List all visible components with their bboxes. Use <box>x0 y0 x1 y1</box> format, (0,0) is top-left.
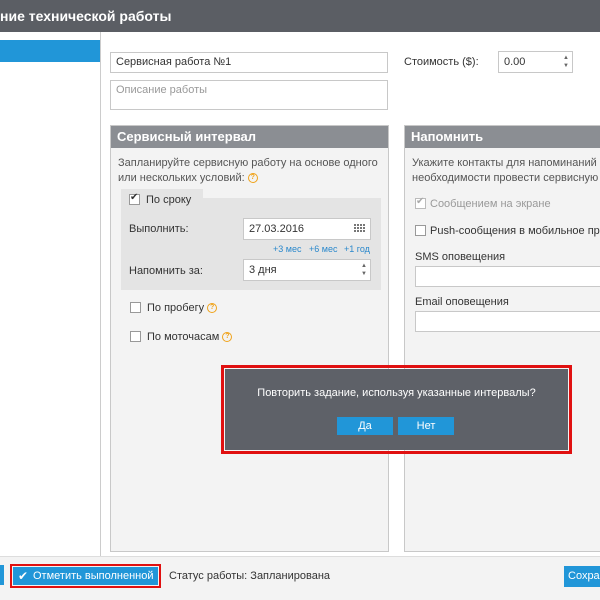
execute-date-value: 27.03.2016 <box>249 223 305 235</box>
remind-before-input[interactable]: 3 дня ▲ ▼ <box>243 259 371 281</box>
sms-label: SMS оповещения <box>415 251 506 263</box>
email-input[interactable] <box>415 311 600 332</box>
service-interval-panel: Сервисный интервал Запланируйте сервисну… <box>110 125 389 552</box>
remind-panel: Напомнить Укажите контакты для напоминан… <box>404 125 600 552</box>
cost-label: Стоимость ($): <box>404 56 479 68</box>
remind-description: Укажите контакты для напоминаний о необх… <box>412 157 600 184</box>
push-checkbox[interactable] <box>415 225 426 236</box>
push-label: Push-сообщения в мобильное прил <box>430 225 600 237</box>
by-engine-hours-checkbox[interactable] <box>130 331 141 342</box>
help-icon[interactable]: ? <box>222 332 233 343</box>
by-mileage-checkbox[interactable] <box>130 302 141 313</box>
cost-input[interactable]: 0.00 ▲ ▼ <box>498 51 573 73</box>
by-engine-hours-label: По моточасам ? <box>147 331 233 343</box>
save-button[interactable]: Сохра <box>564 566 600 587</box>
cost-spinner[interactable]: ▲ ▼ <box>562 54 570 70</box>
footer: ✔ Отметить выполненной Статус работы: За… <box>0 556 600 600</box>
footer-left-button[interactable] <box>0 565 4 585</box>
check-icon: ✔ <box>18 569 29 583</box>
quick-link-1-year[interactable]: +1 год <box>344 244 370 254</box>
help-icon[interactable]: ? <box>207 303 218 314</box>
email-label: Email оповещения <box>415 296 509 308</box>
execute-date-input[interactable]: 27.03.2016 <box>243 218 371 240</box>
remind-before-label: Напомнить за: <box>129 265 203 277</box>
main-content: Сервисная работа №1 Описание работы Стои… <box>102 32 600 556</box>
on-screen-label: Сообщением на экране <box>430 198 551 210</box>
remind-before-value: 3 дня <box>249 264 277 276</box>
on-screen-checkbox[interactable] <box>415 196 426 209</box>
cost-value: 0.00 <box>504 56 526 68</box>
quick-link-3-months[interactable]: +3 мес <box>273 244 301 254</box>
sidebar-item-active[interactable] <box>0 40 100 62</box>
sidebar <box>0 32 101 556</box>
dialog-yes-button[interactable]: Да <box>337 417 393 435</box>
remind-title: Напомнить <box>405 126 600 148</box>
dialog-message: Повторить задание, используя указанные и… <box>257 387 536 399</box>
help-icon[interactable]: ? <box>247 173 258 184</box>
dialog-no-button[interactable]: Нет <box>398 417 454 435</box>
service-interval-title: Сервисный интервал <box>111 126 388 148</box>
by-mileage-label: По пробегу ? <box>147 302 218 314</box>
work-name-input[interactable]: Сервисная работа №1 <box>110 52 388 73</box>
work-status: Статус работы: Запланирована <box>169 570 331 582</box>
mark-done-button[interactable]: ✔ Отметить выполненной <box>13 567 158 585</box>
confirm-dialog: Повторить задание, используя указанные и… <box>225 369 568 450</box>
service-interval-description: Запланируйте сервисную работу на основе … <box>118 157 378 184</box>
execute-label: Выполнить: <box>129 223 189 235</box>
mark-done-label: Отметить выполненной <box>33 570 154 582</box>
by-term-label: По сроку <box>146 194 192 206</box>
calendar-icon[interactable] <box>354 224 366 234</box>
remind-before-spinner[interactable]: ▲ ▼ <box>360 262 368 278</box>
by-term-checkbox[interactable] <box>129 192 140 205</box>
window-title: ние технической работы <box>0 0 600 32</box>
quick-link-6-months[interactable]: +6 мес <box>309 244 337 254</box>
sms-input[interactable] <box>415 266 600 287</box>
work-description-input[interactable]: Описание работы <box>110 80 388 110</box>
